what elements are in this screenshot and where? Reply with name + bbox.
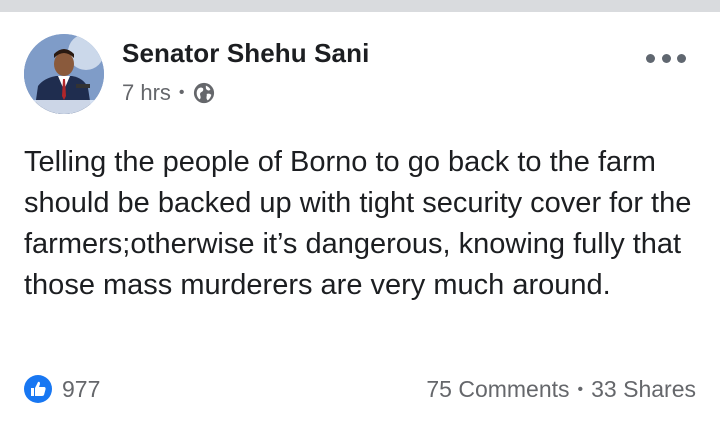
post-time[interactable]: 7 hrs <box>122 80 171 106</box>
post-text: Telling the people of Borno to go back t… <box>24 146 692 301</box>
stats-separator: • <box>577 380 584 398</box>
post-meta: 7 hrs • <box>122 80 215 106</box>
comments-count[interactable]: 75 Comments <box>426 376 569 403</box>
more-dot-icon <box>646 53 655 63</box>
more-options-button[interactable] <box>646 48 686 68</box>
meta-separator: • <box>178 84 185 101</box>
author-name[interactable]: Senator Shehu Sani <box>122 38 369 69</box>
like-icon[interactable] <box>24 375 52 403</box>
engagement-stats: 75 Comments • 33 Shares <box>426 376 696 403</box>
like-count[interactable]: 977 <box>62 376 100 403</box>
avatar[interactable] <box>24 34 104 114</box>
top-divider <box>0 0 720 12</box>
globe-icon[interactable] <box>193 82 215 104</box>
avatar-image <box>24 34 104 114</box>
more-dot-icon <box>677 53 686 63</box>
shares-count[interactable]: 33 Shares <box>591 376 696 403</box>
more-dot-icon <box>661 53 671 63</box>
post-footer: 977 75 Comments • 33 Shares <box>24 372 696 406</box>
post-header: Senator Shehu Sani 7 hrs • <box>24 34 696 114</box>
